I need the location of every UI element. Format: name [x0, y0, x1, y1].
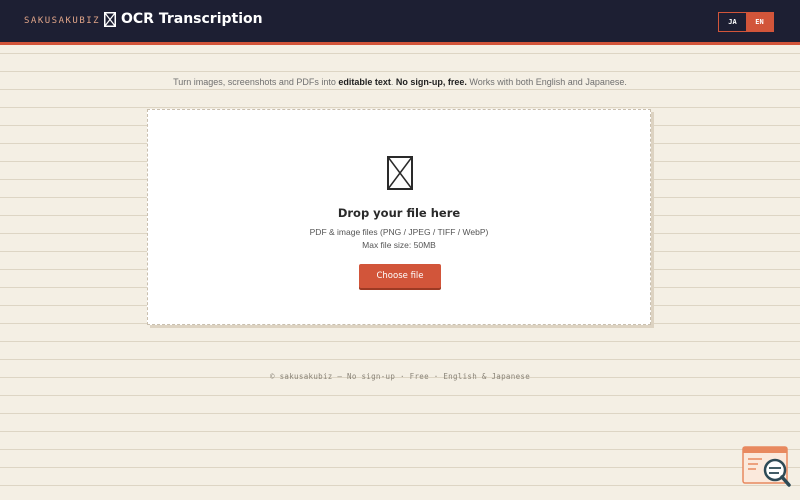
dropzone-formats: PDF & image files (PNG / JPEG / TIFF / W… [309, 227, 489, 237]
app-title-label: OCR Transcription [121, 11, 263, 27]
app-header: SAKUSAKUBIZ OCR Transcription JA EN [0, 0, 800, 45]
tagline-bold-editable-text: editable text [338, 77, 391, 87]
placeholder-box-icon [104, 11, 116, 27]
search-document-icon [742, 446, 791, 487]
choose-file-button[interactable]: Choose file [359, 264, 441, 288]
dropzone-max-size: Max file size: 50MB [362, 240, 436, 250]
placeholder-box-icon [387, 156, 413, 190]
tagline-part-1: Turn images, screenshots and PDFs into [173, 77, 339, 87]
dropzone-title: Drop your file here [337, 206, 461, 220]
file-dropzone[interactable]: Drop your file here PDF & image files (P… [147, 109, 651, 325]
language-button-ja[interactable]: JA [719, 13, 746, 31]
tagline: Turn images, screenshots and PDFs into e… [0, 77, 800, 87]
language-button-en[interactable]: EN [746, 13, 773, 31]
tagline-bold-free: No sign-up, free. [395, 77, 467, 87]
brand-logo-text[interactable]: SAKUSAKUBIZ [24, 16, 100, 26]
app-title: OCR Transcription [104, 11, 263, 27]
language-toggle: JA EN [718, 12, 774, 32]
search-document-widget[interactable] [742, 446, 792, 488]
tagline-part-3: Works with both English and Japanese. [466, 77, 627, 87]
footer-text: © sakusakubiz — No sign-up · Free · Engl… [269, 372, 531, 381]
